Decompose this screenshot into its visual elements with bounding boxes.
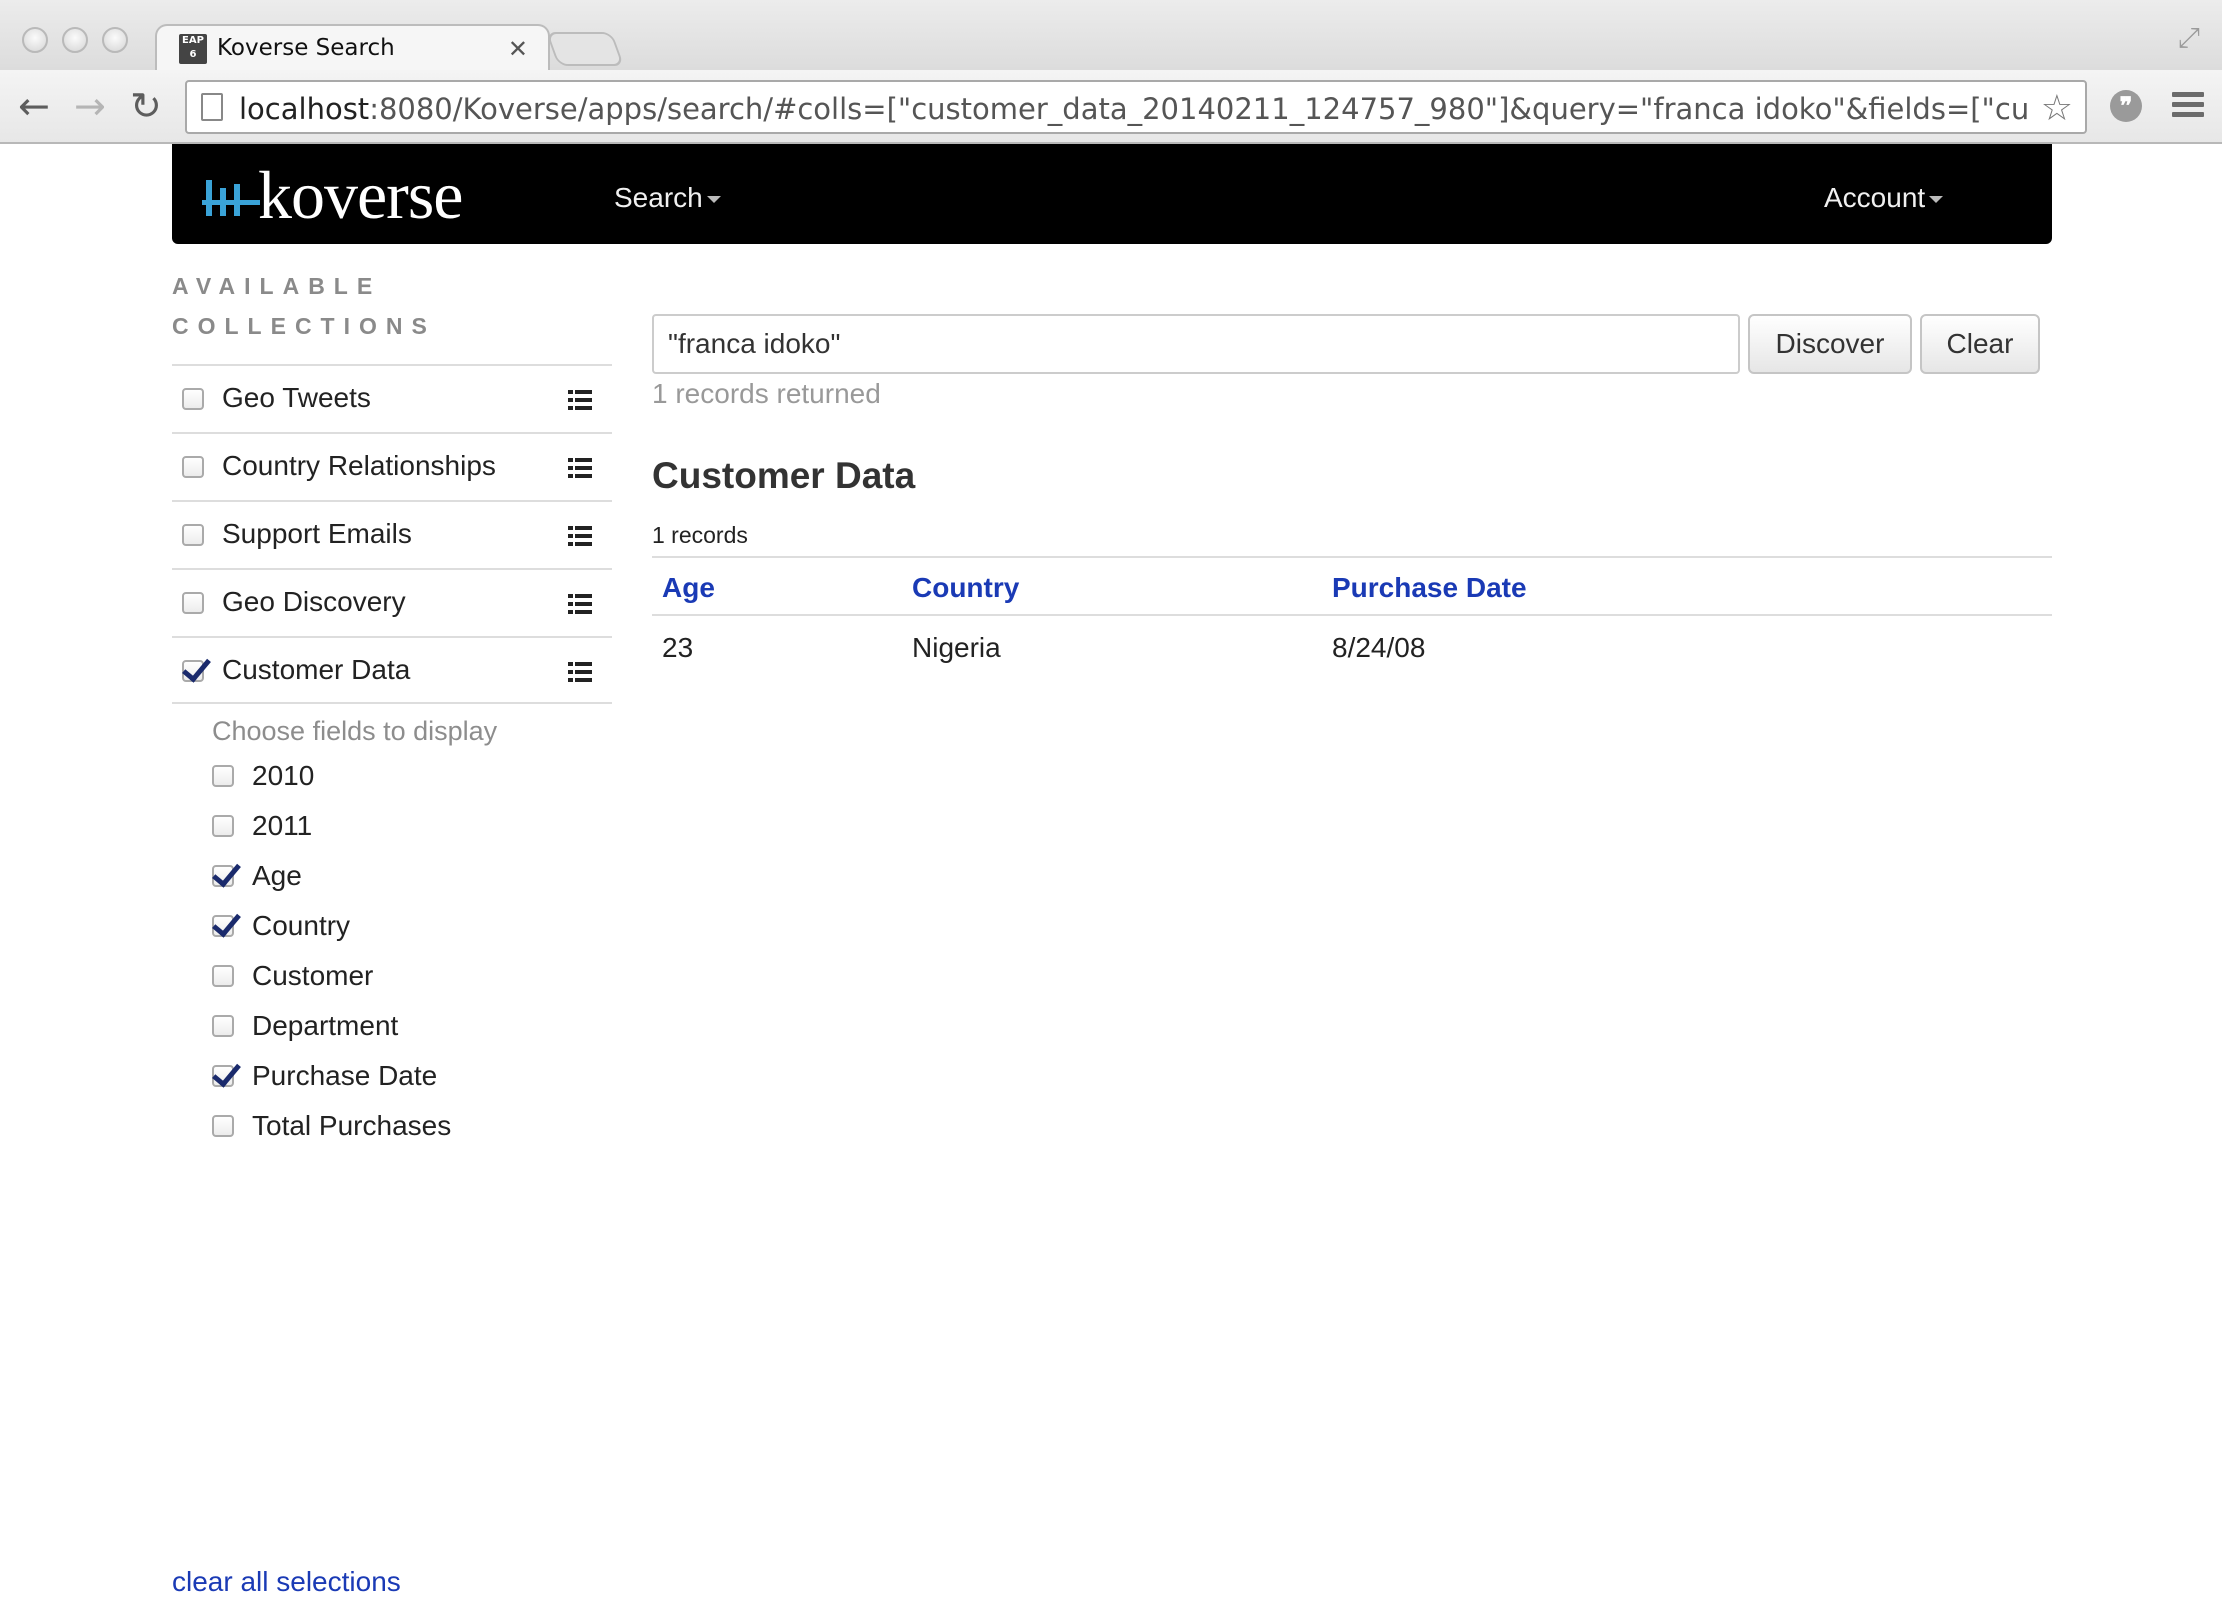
collection-label: Support Emails xyxy=(222,518,412,549)
column-header-purchase-date[interactable]: Purchase Date xyxy=(1332,572,1527,604)
collection-label: Geo Tweets xyxy=(222,382,371,413)
extension-quote-icon[interactable]: ❞ xyxy=(2110,90,2142,122)
collection-checkbox[interactable] xyxy=(182,524,204,546)
table-cell: Nigeria xyxy=(912,632,1001,663)
field-label: Department xyxy=(252,1010,399,1041)
fields-title: Choose fields to display xyxy=(212,716,498,746)
nav-account-label: Account xyxy=(1824,182,1926,213)
field-item[interactable]: Department xyxy=(212,1006,612,1056)
results-collection-title: Customer Data xyxy=(652,455,916,496)
table-cell: 8/24/08 xyxy=(1332,632,1426,663)
collection-item[interactable]: Support Emails xyxy=(172,500,612,568)
list-icon[interactable] xyxy=(568,456,592,480)
forward-arrow-icon[interactable]: → xyxy=(74,84,106,128)
results-record-count: 1 records xyxy=(652,522,748,548)
records-returned-text: 1 records returned xyxy=(652,378,881,409)
field-item[interactable]: 2011 xyxy=(212,806,612,856)
page-icon xyxy=(201,93,223,121)
field-checkbox[interactable] xyxy=(212,1065,234,1087)
search-input[interactable]: "franca idoko" xyxy=(652,314,1740,374)
heading-line-2: COLLECTIONS xyxy=(172,313,436,339)
column-header-country[interactable]: Country xyxy=(912,572,1019,604)
collection-label: Customer Data xyxy=(222,654,411,685)
list-icon[interactable] xyxy=(568,388,592,412)
field-label: Customer xyxy=(252,960,374,991)
field-item[interactable]: Age xyxy=(212,856,612,906)
field-list: 2010 2011 Age Country Customer Departmen… xyxy=(212,756,612,1156)
field-checkbox[interactable] xyxy=(212,1115,234,1137)
fullscreen-icon[interactable]: ⤢ xyxy=(2178,22,2200,55)
url-host: localhost xyxy=(239,92,370,126)
url-text[interactable]: localhost:8080/Koverse/apps/search/#coll… xyxy=(239,92,2029,126)
address-bar[interactable]: localhost:8080/Koverse/apps/search/#coll… xyxy=(185,80,2087,134)
column-header-age[interactable]: Age xyxy=(662,572,715,604)
clear-all-selections-link[interactable]: clear all selections xyxy=(172,1566,401,1598)
field-label: Total Purchases xyxy=(252,1110,452,1141)
results-table: Age Country Purchase Date 23 Nigeria 8/2… xyxy=(652,556,2052,676)
list-icon[interactable] xyxy=(568,660,592,684)
bookmark-star-icon[interactable]: ☆ xyxy=(2041,87,2073,129)
field-checkbox[interactable] xyxy=(212,1015,234,1037)
chevron-down-icon xyxy=(706,196,721,204)
field-label: Age xyxy=(252,860,302,891)
field-checkbox[interactable] xyxy=(212,865,234,887)
window-zoom-button[interactable] xyxy=(102,27,128,53)
field-checkbox[interactable] xyxy=(212,965,234,987)
collection-item[interactable]: Customer Data xyxy=(172,636,612,704)
table-cell: 23 xyxy=(662,632,694,663)
field-label: Purchase Date xyxy=(252,1060,438,1091)
heading-line-1: AVAILABLE xyxy=(172,273,382,299)
collection-checkbox[interactable] xyxy=(182,388,204,410)
back-arrow-icon[interactable]: ← xyxy=(18,84,50,128)
field-item[interactable]: Total Purchases xyxy=(212,1106,612,1156)
url-path: :8080/Koverse/apps/search/#colls=["custo… xyxy=(369,92,2029,126)
tab-title: Koverse Search xyxy=(217,35,395,61)
collection-checkbox[interactable] xyxy=(182,456,204,478)
window-minimize-button[interactable] xyxy=(62,27,88,53)
clear-button[interactable]: Clear xyxy=(1920,314,2040,374)
collection-checkbox[interactable] xyxy=(182,592,204,614)
discover-button[interactable]: Discover xyxy=(1748,314,1912,374)
field-checkbox[interactable] xyxy=(212,915,234,937)
tab-favicon-icon: EAP 6 xyxy=(179,34,207,64)
chevron-down-icon xyxy=(1929,196,1944,204)
collection-label: Country Relationships xyxy=(222,450,496,481)
collection-list: Geo Tweets Country Relationships Support… xyxy=(172,364,612,704)
field-item[interactable]: Customer xyxy=(212,956,612,1006)
browser-titlebar: EAP 6 Koverse Search ✕ ⤢ xyxy=(0,0,2222,72)
browser-menu-icon[interactable] xyxy=(2172,92,2204,122)
collection-item[interactable]: Geo Tweets xyxy=(172,364,612,432)
list-icon[interactable] xyxy=(568,524,592,548)
field-label: 2010 xyxy=(252,760,315,791)
logo-text: koverse xyxy=(258,157,463,233)
nav-search-label: Search xyxy=(614,182,703,213)
field-item[interactable]: 2010 xyxy=(212,756,612,806)
collection-item[interactable]: Geo Discovery xyxy=(172,568,612,636)
koverse-logo-mark-icon xyxy=(202,180,260,216)
window-close-button[interactable] xyxy=(22,27,48,53)
collection-item[interactable]: Country Relationships xyxy=(172,432,612,500)
field-checkbox[interactable] xyxy=(212,765,234,787)
new-tab-button[interactable] xyxy=(545,32,625,66)
field-item[interactable]: Country xyxy=(212,906,612,956)
field-checkbox[interactable] xyxy=(212,815,234,837)
collection-checkbox[interactable] xyxy=(182,660,204,682)
reload-icon[interactable]: ↻ xyxy=(130,84,162,128)
field-label: 2011 xyxy=(252,810,313,841)
nav-account-menu[interactable]: Account xyxy=(1824,182,1944,214)
app-header: koverse Search Account xyxy=(172,144,2052,244)
list-icon[interactable] xyxy=(568,592,592,616)
field-item[interactable]: Purchase Date xyxy=(212,1056,612,1106)
browser-toolbar: ← → ↻ localhost:8080/Koverse/apps/search… xyxy=(0,70,2222,144)
browser-tab[interactable]: EAP 6 Koverse Search ✕ xyxy=(155,24,550,72)
table-row[interactable]: 23 Nigeria 8/24/08 xyxy=(652,616,2052,676)
field-label: Country xyxy=(252,910,351,941)
table-header-row: Age Country Purchase Date xyxy=(652,556,2052,616)
nav-search-menu[interactable]: Search xyxy=(614,182,721,214)
collection-label: Geo Discovery xyxy=(222,586,406,617)
tab-close-icon[interactable]: ✕ xyxy=(508,35,528,63)
available-collections-heading: AVAILABLE COLLECTIONS xyxy=(172,266,472,346)
